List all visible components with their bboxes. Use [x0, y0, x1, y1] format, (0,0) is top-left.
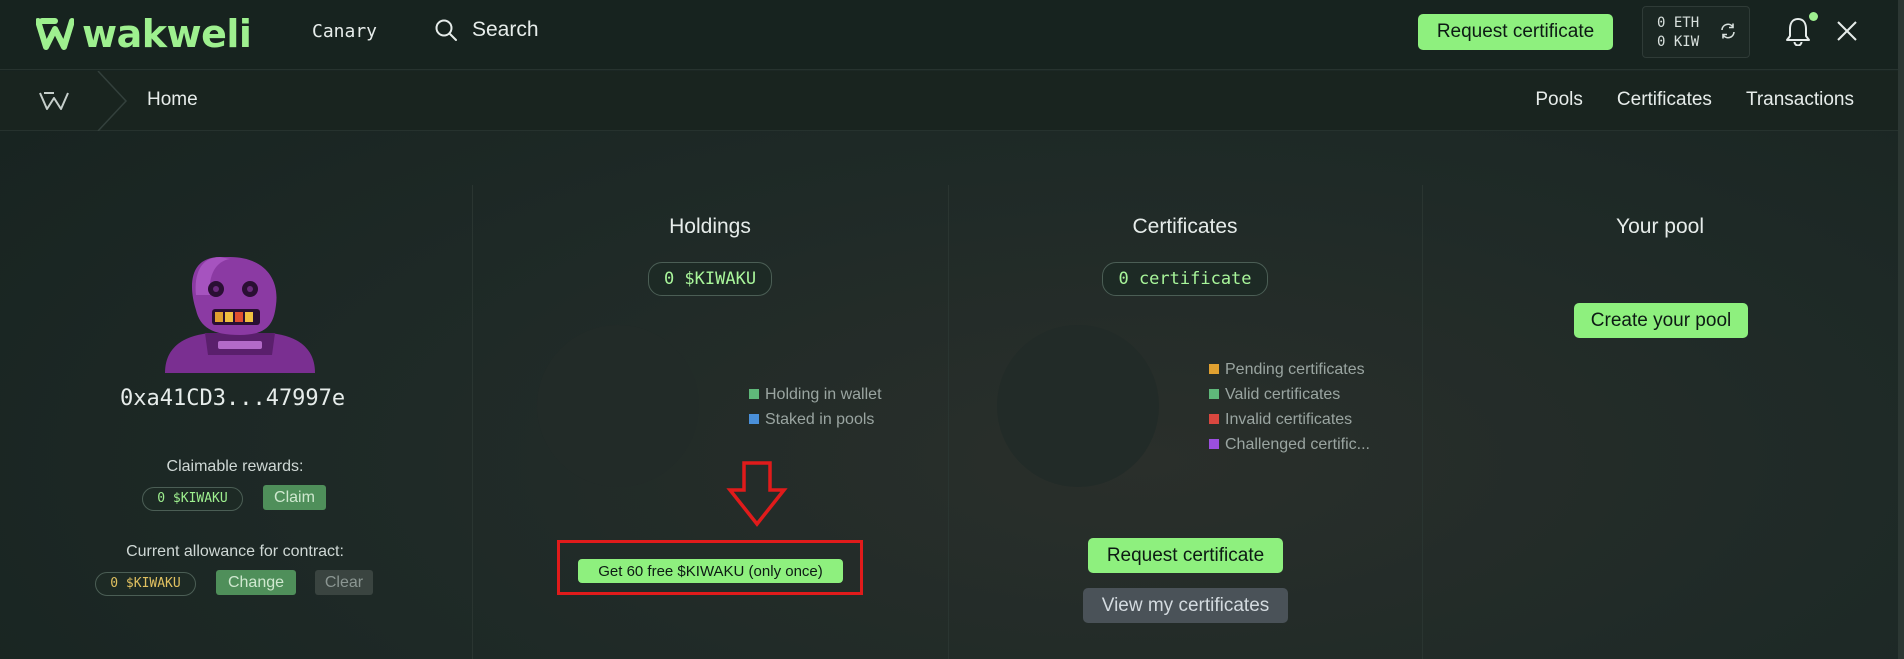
network-label[interactable]: Canary — [312, 21, 377, 42]
nav-pools[interactable]: Pools — [1535, 89, 1583, 111]
claimable-rewards-label: Claimable rewards: — [166, 458, 304, 475]
nav-certificates[interactable]: Certificates — [1617, 89, 1712, 111]
wakweli-logo-icon — [36, 18, 74, 50]
scrollbar[interactable] — [1898, 0, 1904, 659]
legend-swatch — [1209, 414, 1219, 424]
legend-label: Holding in wallet — [765, 386, 882, 403]
column-divider — [1422, 185, 1423, 659]
claim-button[interactable]: Claim — [263, 485, 326, 510]
view-my-certificates-button[interactable]: View my certificates — [1083, 588, 1288, 623]
legend-label: Valid certificates — [1225, 386, 1341, 403]
change-allowance-button[interactable]: Change — [216, 570, 296, 595]
main-nav: Pools Certificates Transactions — [1535, 89, 1854, 111]
nav-transactions[interactable]: Transactions — [1746, 89, 1854, 111]
clear-allowance-button[interactable]: Clear — [315, 570, 373, 595]
legend-swatch — [1209, 439, 1219, 449]
legend-label: Pending certificates — [1225, 361, 1365, 378]
legend-swatch — [1209, 389, 1219, 399]
holdings-donut-chart — [537, 325, 699, 487]
legend-item: Pending certificates — [1209, 357, 1370, 382]
legend-item: Staked in pools — [749, 407, 882, 432]
down-arrow-icon — [726, 461, 788, 527]
wallet-address[interactable]: 0xa41CD3...47997e — [120, 386, 345, 411]
certificates-legend: Pending certificates Valid certificates … — [1209, 357, 1370, 457]
your-pool-title: Your pool — [1616, 215, 1704, 238]
breadcrumb-home[interactable]: Home — [147, 89, 198, 111]
refresh-icon[interactable] — [1719, 22, 1737, 40]
brand-logo[interactable]: wakweli — [36, 12, 252, 56]
breadcrumb-separator-icon — [97, 71, 128, 131]
certificates-title: Certificates — [1132, 215, 1238, 238]
legend-item: Holding in wallet — [749, 382, 882, 407]
holdings-value: 0 $KIWAKU — [648, 262, 772, 296]
legend-item: Invalid certificates — [1209, 407, 1370, 432]
column-divider — [948, 185, 949, 659]
holdings-legend: Holding in wallet Staked in pools — [749, 382, 882, 432]
allowance-label: Current allowance for contract: — [126, 543, 344, 560]
request-certificate-button-main[interactable]: Request certificate — [1088, 538, 1283, 573]
create-pool-button[interactable]: Create your pool — [1574, 303, 1748, 338]
robot-avatar — [165, 257, 315, 373]
search-icon — [435, 19, 457, 41]
search-box[interactable]: Search — [434, 18, 539, 42]
legend-swatch — [749, 389, 759, 399]
bell-icon[interactable] — [1784, 16, 1812, 46]
wallet-balance[interactable]: 0 ETH 0 KIW — [1642, 6, 1750, 58]
holdings-title: Holdings — [669, 215, 751, 238]
legend-swatch — [1209, 364, 1219, 374]
breadcrumb-bar: Home Pools Certificates Transactions — [0, 71, 1904, 131]
get-free-kiwaku-button[interactable]: Get 60 free $KIWAKU (only once) — [578, 559, 843, 583]
notification-dot — [1809, 12, 1818, 21]
search-placeholder: Search — [472, 18, 539, 41]
legend-label: Invalid certificates — [1225, 411, 1353, 428]
legend-label: Staked in pools — [765, 411, 875, 428]
certificates-value: 0 certificate — [1102, 262, 1268, 296]
brand-name: wakweli — [82, 12, 252, 56]
home-logo-icon[interactable] — [38, 90, 70, 112]
legend-swatch — [749, 414, 759, 424]
column-divider — [472, 185, 473, 659]
allowance-value: 0 $KIWAKU — [95, 572, 196, 596]
legend-item: Challenged certific... — [1209, 432, 1370, 457]
legend-label: Challenged certific... — [1225, 436, 1370, 453]
certificates-donut-chart — [997, 325, 1159, 487]
close-icon[interactable] — [1836, 20, 1858, 42]
request-certificate-button[interactable]: Request certificate — [1418, 14, 1613, 50]
claimable-rewards-value: 0 $KIWAKU — [142, 487, 243, 511]
legend-item: Valid certificates — [1209, 382, 1370, 407]
top-bar: wakweli Canary Search Request certificat… — [0, 0, 1904, 70]
